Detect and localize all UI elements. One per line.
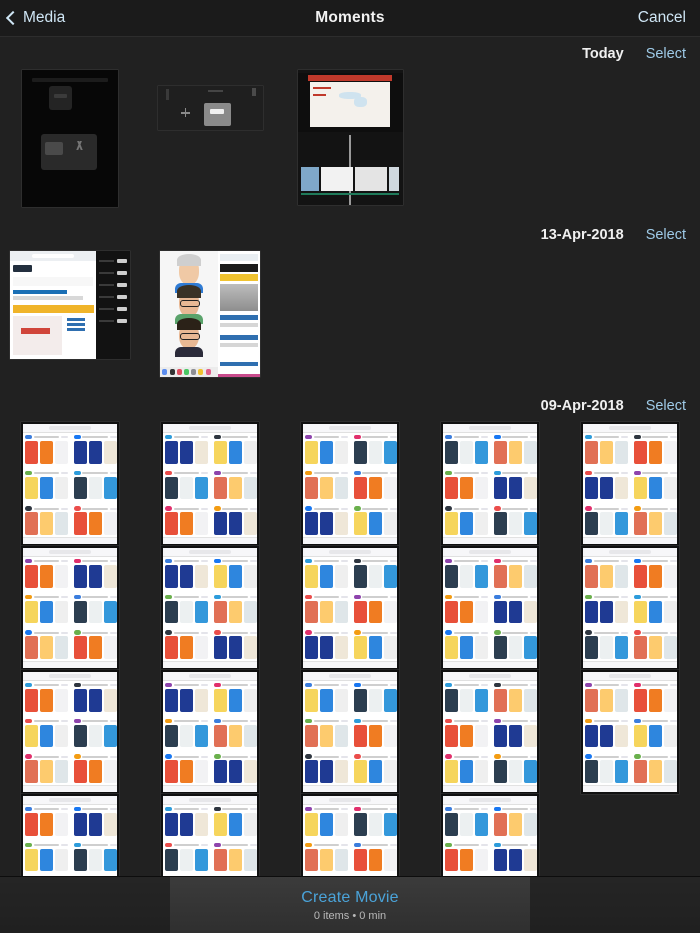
section-date-apr09: 09-Apr-2018 <box>540 397 624 414</box>
grid-cell <box>560 251 700 389</box>
media-thumbnail[interactable] <box>301 546 399 670</box>
section-header-apr13: 13-Apr-2018 Select <box>0 218 700 251</box>
grid-cell <box>420 251 560 389</box>
bottom-toolbar: Create Movie 0 items • 0 min <box>0 877 700 933</box>
create-movie-button[interactable]: Create Movie <box>301 889 399 907</box>
page-title: Moments <box>315 9 385 26</box>
thumbnail-grid-apr13 <box>0 251 700 389</box>
section-date-today: Today <box>582 45 624 62</box>
grid-cell <box>140 670 280 794</box>
section-select-apr13[interactable]: Select <box>646 227 686 243</box>
thumbnail-grid-today <box>0 70 700 218</box>
grid-cell <box>280 70 420 218</box>
grid-cell <box>280 546 420 670</box>
grid-cell <box>560 546 700 670</box>
media-thumbnail[interactable] <box>10 251 130 359</box>
section-date-apr13: 13-Apr-2018 <box>540 226 624 243</box>
media-thumbnail[interactable] <box>22 70 118 207</box>
grid-cell <box>0 70 140 218</box>
section-select-apr09[interactable]: Select <box>646 398 686 414</box>
grid-cell <box>560 670 700 794</box>
media-thumbnail[interactable] <box>21 546 119 670</box>
toolbar-left-shade <box>0 877 170 933</box>
grid-cell <box>0 670 140 794</box>
media-thumbnail[interactable] <box>581 422 679 546</box>
grid-cell <box>140 70 280 218</box>
media-thumbnail[interactable] <box>157 86 263 130</box>
section-header-today: Today Select <box>0 37 700 70</box>
grid-cell <box>420 422 560 546</box>
thumbnail-grid-apr09 <box>0 422 700 918</box>
section-header-apr09: 09-Apr-2018 Select <box>0 389 700 422</box>
media-thumbnail[interactable] <box>581 670 679 794</box>
grid-cell <box>560 70 700 218</box>
grid-cell <box>0 422 140 546</box>
grid-cell <box>280 251 420 389</box>
media-thumbnail[interactable] <box>441 422 539 546</box>
grid-cell <box>560 422 700 546</box>
media-thumbnail[interactable] <box>441 546 539 670</box>
cancel-button[interactable]: Cancel <box>638 9 686 27</box>
media-thumbnail[interactable] <box>581 546 679 670</box>
media-thumbnail[interactable] <box>297 70 403 205</box>
grid-cell <box>280 670 420 794</box>
toolbar-right-shade <box>530 877 700 933</box>
grid-cell <box>140 251 280 389</box>
grid-cell <box>280 422 420 546</box>
grid-cell <box>140 422 280 546</box>
grid-cell <box>140 546 280 670</box>
grid-cell <box>420 670 560 794</box>
grid-cell <box>420 70 560 218</box>
media-thumbnail[interactable] <box>301 422 399 546</box>
media-thumbnail[interactable] <box>161 546 259 670</box>
grid-cell <box>0 251 140 389</box>
media-thumbnail[interactable] <box>21 422 119 546</box>
media-thumbnail[interactable] <box>301 670 399 794</box>
media-thumbnail[interactable] <box>21 670 119 794</box>
selection-status: 0 items • 0 min <box>313 909 387 922</box>
media-thumbnail[interactable] <box>161 670 259 794</box>
navigation-bar: Media Moments Cancel <box>0 0 700 37</box>
section-select-today[interactable]: Select <box>646 46 686 62</box>
media-thumbnail[interactable] <box>160 251 260 377</box>
moments-scroll-area[interactable]: Today Select 13-Apr-2018 Select 09-Apr-2… <box>0 37 700 933</box>
grid-cell <box>420 546 560 670</box>
media-thumbnail[interactable] <box>441 670 539 794</box>
media-thumbnail[interactable] <box>161 422 259 546</box>
grid-cell <box>0 546 140 670</box>
